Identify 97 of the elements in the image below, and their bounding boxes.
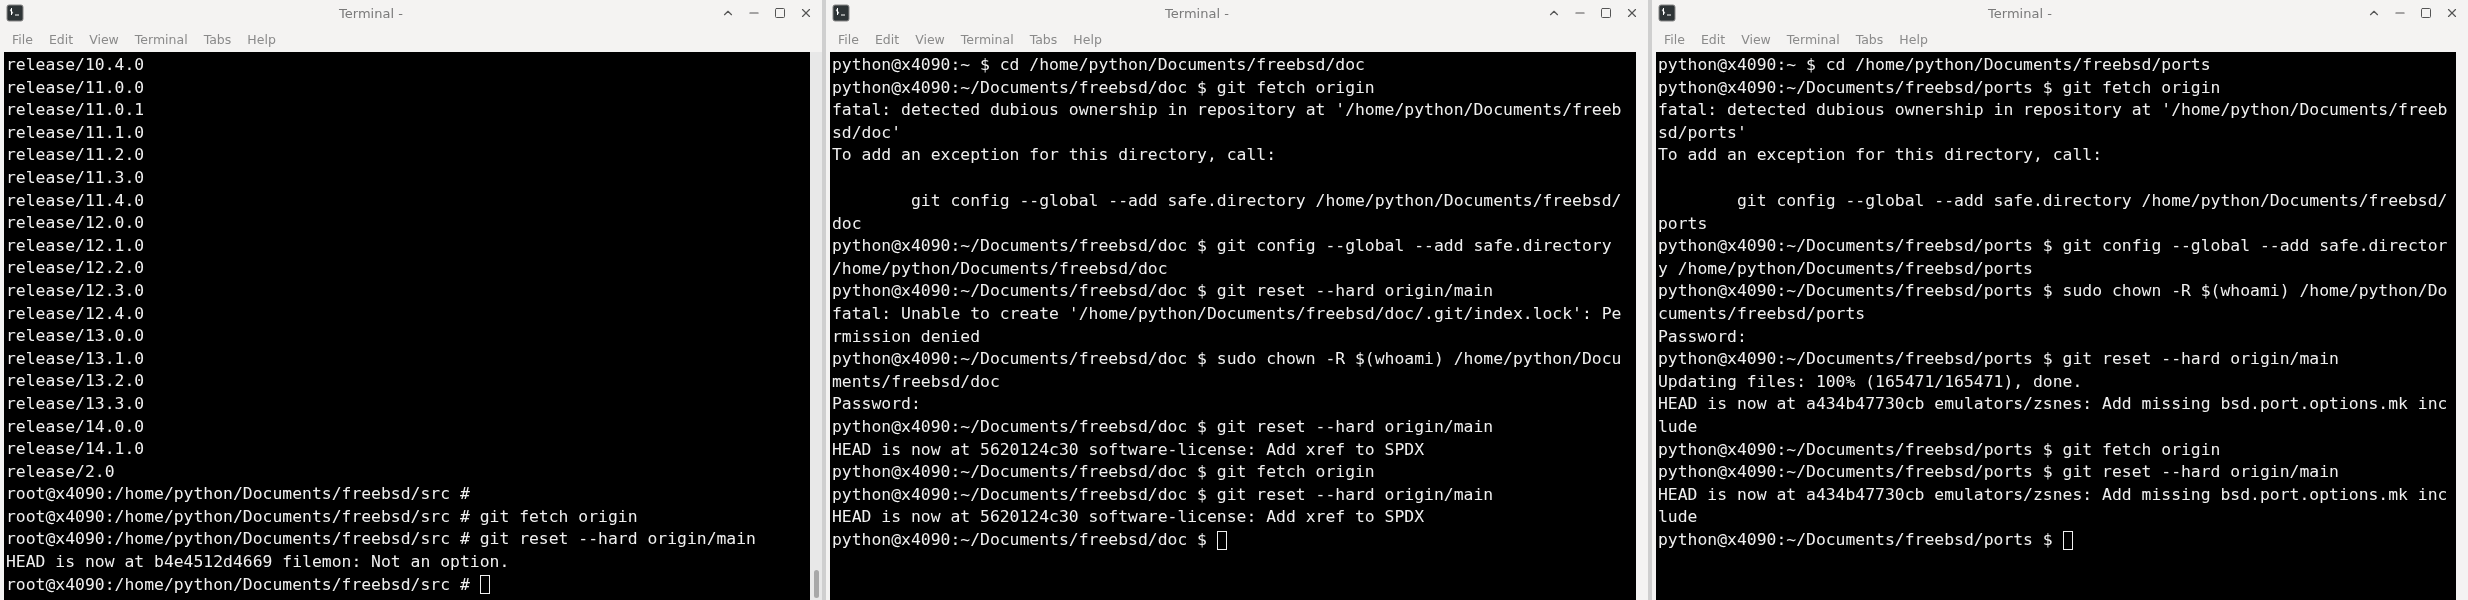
close-icon [799,6,813,20]
terminal-line: release/11.1.0 [6,121,145,144]
terminal-line: Password: [1658,325,1747,348]
terminal-line: python@x4090:~/Documents/freebsd/ports $ git fetch origin [1658,438,2221,461]
terminal-line: release/11.2.0 [6,144,145,167]
menu-item[interactable]: File [1656,29,1693,49]
terminal-line: /home/python/Documents/freebsd/doc [832,257,1168,280]
terminal-line: HEAD is now at 5620124c30 software-license: Add xref to SPDX [832,438,1425,461]
terminal-line: Password: [832,393,921,416]
terminal-line: root@x4090:/home/python/Documents/freebsd/src # [6,573,470,596]
terminal-line: python@x4090:~/Documents/freebsd/ports $ sudo chown -R $(whoami) /home/python/Do [1658,280,2448,303]
terminal-line: release/13.2.0 [6,370,145,393]
terminal-line: Updating files: 100% (165471/165471), done. [1658,370,2083,393]
terminal-line: sd/ports' [1658,121,1747,144]
menu-item[interactable]: Tabs [1847,29,1892,49]
terminal-line: HEAD is now at b4e4512d4669 filemon: Not an option. [6,551,510,574]
terminal-line: python@x4090:~/Documents/freebsd/ports $ git reset --hard origin/main [1658,348,2339,371]
close-icon [1625,6,1639,20]
terminal-line: git config --global --add safe.directory /home/python/Documents/freebsd/ [1735,189,2448,212]
terminal-line: release/13.0.0 [6,325,145,348]
terminal-line: python@x4090:~/Documents/freebsd/doc $ git config --global --add safe.directory [832,235,1612,258]
terminal-line: release/11.3.0 [6,166,145,189]
terminal-line: release/13.1.0 [6,347,145,370]
terminal-line: release/12.3.0 [6,279,145,302]
terminal-line: release/14.1.0 [6,438,145,461]
terminal-line: To add an exception for this directory, call: [1658,144,2103,167]
terminal-app-icon [832,4,850,22]
terminal-line: python@x4090:~/Documents/freebsd/doc $ git reset --hard origin/main [832,280,1494,303]
terminal-line: release/14.0.0 [6,415,145,438]
terminal-line: y /home/python/Documents/freebsd/ports [1658,257,2033,280]
menu-item[interactable]: Terminal [126,29,196,49]
terminal-line: root@x4090:/home/python/Documents/freebsd/src # git fetch origin [6,505,638,528]
terminal-app-icon [6,4,24,22]
terminal-line: lude [1658,506,1698,529]
terminal-line: git config --global --add safe.directory /home/python/Documents/freebsd/ [909,189,1622,212]
scrollbar[interactable] [810,52,822,600]
terminal-line: python@x4090:~/Documents/freebsd/ports $ git config --global --add safe.director [1658,235,2448,258]
terminal-line: python@x4090:~ $ cd /home/python/Documents/freebsd/doc [832,54,1365,76]
terminal-line: python@x4090:~/Documents/freebsd/ports $ [1658,528,2053,551]
terminal-line: release/2.0 [6,460,115,483]
terminal-line: HEAD is now at a434b47730cb emulators/zsnes: Add missing bsd.port.options.mk inc [1658,393,2448,416]
menu-item[interactable]: Help [1891,29,1936,49]
terminal-app-icon [1658,4,1676,22]
terminal-line: python@x4090:~/Documents/freebsd/doc $ git reset --hard origin/main [832,415,1494,438]
terminal-line: python@x4090:~/Documents/freebsd/ports $ git reset --hard origin/main [1658,461,2339,484]
menu-item[interactable]: Tabs [1021,29,1066,49]
menu-item[interactable]: File [4,29,41,49]
terminal-line: cuments/freebsd/ports [1658,302,1866,325]
menu-item[interactable]: Edit [866,29,908,49]
menu-item[interactable]: Help [1065,29,1110,49]
terminal-line: release/13.3.0 [6,392,145,415]
window-title: Terminal - [1987,5,2053,21]
maximize-icon [1600,7,1612,19]
terminal-line: fatal: detected dubious ownership in repository at '/home/python/Documents/freeb [832,99,1622,122]
menu-item[interactable]: Edit [1692,29,1734,49]
terminal-line: root@x4090:/home/python/Documents/freebsd/src # git reset --hard origin/main [6,528,756,551]
terminal-line: release/10.4.0 [6,54,145,76]
terminal-line: release/11.4.0 [6,189,145,212]
close-icon [2445,6,2459,20]
terminal-line: lude [1658,415,1698,438]
terminal-line: sd/doc' [832,121,902,144]
terminal-line: release/12.2.0 [6,257,145,280]
menu-item[interactable]: Terminal [1778,29,1848,49]
terminal-line: HEAD is now at a434b47730cb emulators/zsnes: Add missing bsd.port.options.mk inc [1658,483,2448,506]
terminal-line: release/11.0.0 [6,76,145,99]
menu-item[interactable]: Tabs [195,29,240,49]
terminal-line: release/12.1.0 [6,234,145,257]
terminal-line: rmission denied [832,325,981,348]
terminal-line: python@x4090:~/Documents/freebsd/ports $ git fetch origin [1658,76,2221,99]
menu-item[interactable]: Help [239,29,284,49]
menu-item[interactable]: Terminal [952,29,1022,49]
terminal-line: python@x4090:~/Documents/freebsd/doc $ git fetch origin [832,76,1375,99]
terminal-line: doc [832,212,862,235]
terminal-line: fatal: Unable to create '/home/python/Documents/freebsd/doc/.git/index.lock': Pe [832,302,1622,325]
terminal-line: python@x4090:~/Documents/freebsd/doc $ sudo chown -R $(whoami) /home/python/Docu [832,348,1622,371]
terminal-line: HEAD is now at 5620124c30 software-license: Add xref to SPDX [832,506,1425,529]
terminal-line: python@x4090:~ $ cd /home/python/Documents/freebsd/ports [1658,54,2211,76]
terminal-line: ports [1658,212,1708,235]
menu-item[interactable]: View [907,29,953,49]
maximize-icon [2420,7,2432,19]
terminal-line: ments/freebsd/doc [832,370,1000,393]
window-title: Terminal - [1164,5,1230,21]
terminal-line: release/12.4.0 [6,302,145,325]
terminal-line: release/11.0.1 [6,99,145,122]
maximize-icon [774,7,786,19]
menu-item[interactable]: View [81,29,127,49]
terminal-line: root@x4090:/home/python/Documents/freebsd/src # [6,483,470,506]
menu-item[interactable]: Edit [40,29,82,49]
terminal-line: python@x4090:~/Documents/freebsd/doc $ [832,528,1207,551]
window-title: Terminal - [338,5,404,21]
terminal-line: python@x4090:~/Documents/freebsd/doc $ git reset --hard origin/main [832,483,1494,506]
terminal-line: python@x4090:~/Documents/freebsd/doc $ git fetch origin [832,461,1375,484]
terminal-line: fatal: detected dubious ownership in repository at '/home/python/Documents/freeb [1658,99,2448,122]
menu-item[interactable]: View [1733,29,1779,49]
terminal-line: To add an exception for this directory, call: [832,144,1277,167]
menu-item[interactable]: File [830,29,867,49]
terminal-line: release/12.0.0 [6,212,145,235]
